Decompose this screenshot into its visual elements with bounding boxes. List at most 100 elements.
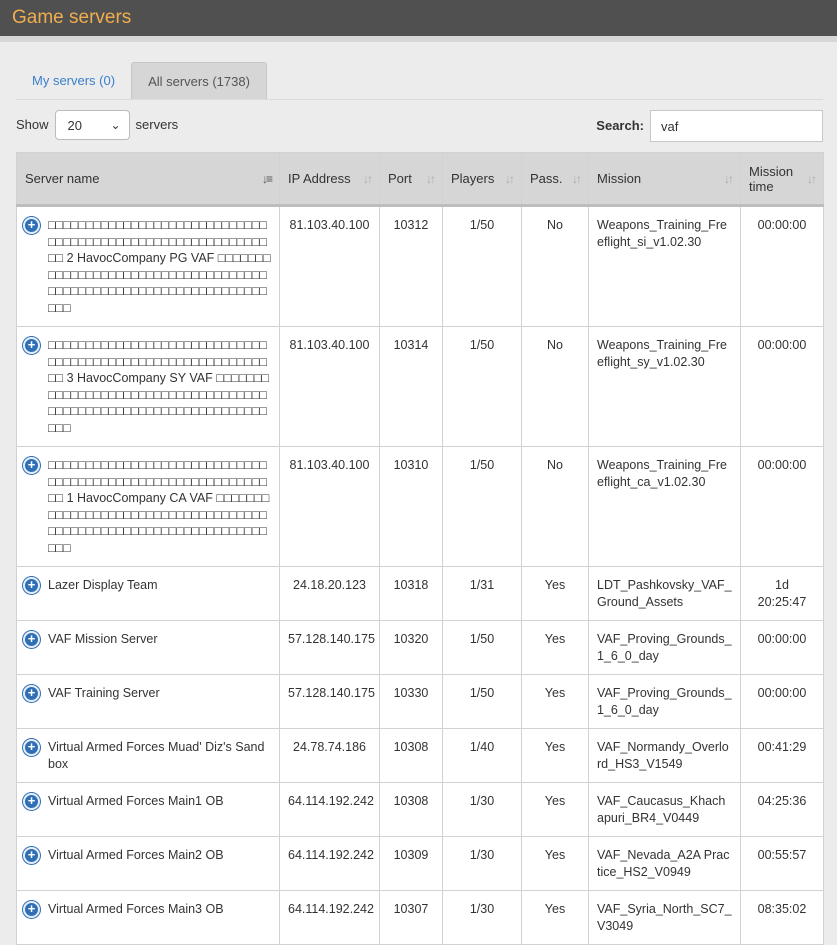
mission-cell: VAF_Proving_Grounds_1_6_0_day xyxy=(588,620,741,675)
search-control: Search: vaf xyxy=(596,110,823,142)
players-cell: 1/50 xyxy=(442,205,522,327)
players-cell: 1/50 xyxy=(442,326,522,447)
server-name-cell: + Virtual Armed Forces Muad' Diz's Sandbo… xyxy=(16,728,280,783)
col-label: IP Address xyxy=(288,171,351,186)
mission-time-cell: 08:35:02 xyxy=(740,890,824,945)
plus-circle-icon[interactable]: + xyxy=(23,793,40,810)
mission-time-cell: 00:00:00 xyxy=(740,326,824,447)
col-server-name[interactable]: Server name ↓≡ xyxy=(16,152,280,207)
ip-cell: 24.78.74.186 xyxy=(279,728,380,783)
ip-cell: 64.114.192.242 xyxy=(279,890,380,945)
tab-my-servers[interactable]: My servers (0) xyxy=(16,62,131,99)
col-players[interactable]: Players ↓↑ xyxy=(442,152,522,207)
server-name: Virtual Armed Forces Main3 OB xyxy=(48,902,224,916)
mission-time-cell: 00:00:00 xyxy=(740,205,824,327)
search-input[interactable]: vaf xyxy=(650,110,823,142)
table-row[interactable]: + Virtual Armed Forces Main2 OB 64.114.19… xyxy=(16,836,824,891)
mission-time-cell: 00:41:29 xyxy=(740,728,824,783)
port-cell: 10314 xyxy=(379,326,443,447)
col-pass[interactable]: Pass. ↓↑ xyxy=(521,152,589,207)
page-length-value: 20 xyxy=(67,117,82,133)
show-label: Show xyxy=(16,117,49,132)
tab-all-servers[interactable]: All servers (1738) xyxy=(131,62,267,99)
server-name: □□□□□□□□□□□□□□□□□□□□□□□□□□□□□□□□□□□□□□□□… xyxy=(48,218,271,315)
mission-cell: Weapons_Training_Freeflight_sy_v1.02.30 xyxy=(588,326,741,447)
players-cell: 1/40 xyxy=(442,728,522,783)
mission-cell: VAF_Nevada_A2A Practice_HS2_V0949 xyxy=(588,836,741,891)
sort-arrows-icon: ↓↑ xyxy=(363,171,373,186)
table-row[interactable]: + □□□□□□□□□□□□□□□□□□□□□□□□□□□□□□□□□□□□□□□… xyxy=(16,326,824,447)
server-name-cell: + Lazer Display Team xyxy=(16,566,280,621)
server-name: Virtual Armed Forces Main2 OB xyxy=(48,848,224,862)
players-cell: 1/50 xyxy=(442,620,522,675)
mission-cell: Weapons_Training_Freeflight_ca_v1.02.30 xyxy=(588,446,741,567)
port-cell: 10330 xyxy=(379,674,443,729)
plus-circle-icon[interactable]: + xyxy=(23,685,40,702)
server-name-cell: + Virtual Armed Forces Main2 OB xyxy=(16,836,280,891)
pass-cell: No xyxy=(521,205,589,327)
plus-circle-icon[interactable]: + xyxy=(23,337,40,354)
server-name-cell: + □□□□□□□□□□□□□□□□□□□□□□□□□□□□□□□□□□□□□□□… xyxy=(16,205,280,327)
page-length-select[interactable]: 20 ⌄ xyxy=(54,110,130,140)
server-name-cell: + VAF Mission Server xyxy=(16,620,280,675)
ip-cell: 57.128.140.175 xyxy=(279,620,380,675)
col-label: Port xyxy=(388,171,412,186)
table-row[interactable]: + Virtual Armed Forces Main1 OB 64.114.19… xyxy=(16,782,824,837)
server-name: Virtual Armed Forces Main1 OB xyxy=(48,794,224,808)
pass-cell: Yes xyxy=(521,620,589,675)
plus-circle-icon[interactable]: + xyxy=(23,217,40,234)
page-title: Game servers xyxy=(12,7,132,28)
players-cell: 1/31 xyxy=(442,566,522,621)
server-name-cell: + □□□□□□□□□□□□□□□□□□□□□□□□□□□□□□□□□□□□□□□… xyxy=(16,446,280,567)
sort-arrows-icon: ↓↑ xyxy=(426,171,436,186)
servers-table: Server name ↓≡ IP Address ↓↑ Port ↓↑ Player… xyxy=(16,152,824,945)
sort-arrows-icon: ↓↑ xyxy=(724,171,734,186)
port-cell: 10308 xyxy=(379,728,443,783)
plus-circle-icon[interactable]: + xyxy=(23,457,40,474)
players-cell: 1/50 xyxy=(442,446,522,567)
pass-cell: Yes xyxy=(521,728,589,783)
col-ip-address[interactable]: IP Address ↓↑ xyxy=(279,152,380,207)
players-cell: 1/50 xyxy=(442,674,522,729)
table-row[interactable]: + VAF Training Server 57.128.140.175 1033… xyxy=(16,674,824,729)
table-row[interactable]: + Virtual Armed Forces Main3 OB 64.114.19… xyxy=(16,890,824,945)
chevron-down-icon: ⌄ xyxy=(110,118,121,132)
pass-cell: Yes xyxy=(521,890,589,945)
main-content: My servers (0) All servers (1738) Show 2… xyxy=(0,62,837,945)
sort-arrows-icon: ↓↑ xyxy=(572,171,582,186)
plus-circle-icon[interactable]: + xyxy=(23,901,40,918)
header-divider xyxy=(0,36,837,42)
plus-circle-icon[interactable]: + xyxy=(23,577,40,594)
col-label: Server name xyxy=(25,171,100,186)
plus-circle-icon[interactable]: + xyxy=(23,847,40,864)
port-cell: 10308 xyxy=(379,782,443,837)
col-port[interactable]: Port ↓↑ xyxy=(379,152,443,207)
col-label: Mission xyxy=(597,171,642,186)
table-row[interactable]: + □□□□□□□□□□□□□□□□□□□□□□□□□□□□□□□□□□□□□□□… xyxy=(16,205,824,327)
col-mission-time[interactable]: Mission time ↓↑ xyxy=(740,152,824,207)
table-row[interactable]: + Virtual Armed Forces Muad' Diz's Sandbo… xyxy=(16,728,824,783)
ip-cell: 57.128.140.175 xyxy=(279,674,380,729)
plus-circle-icon[interactable]: + xyxy=(23,739,40,756)
mission-cell: VAF_Caucasus_Khachapuri_BR4_V0449 xyxy=(588,782,741,837)
servers-label: servers xyxy=(135,117,179,132)
table-body: + □□□□□□□□□□□□□□□□□□□□□□□□□□□□□□□□□□□□□□□… xyxy=(16,205,824,945)
port-cell: 10320 xyxy=(379,620,443,675)
table-row[interactable]: + Lazer Display Team 24.18.20.123 10318 1… xyxy=(16,566,824,621)
mission-time-cell: 1d 20:25:47 xyxy=(740,566,824,621)
mission-time-cell: 00:55:57 xyxy=(740,836,824,891)
app-header: Game servers xyxy=(0,0,837,36)
col-label: Pass. xyxy=(530,171,563,186)
col-mission[interactable]: Mission ↓↑ xyxy=(588,152,741,207)
mission-time-cell: 00:00:00 xyxy=(740,446,824,567)
players-cell: 1/30 xyxy=(442,782,522,837)
table-row[interactable]: + □□□□□□□□□□□□□□□□□□□□□□□□□□□□□□□□□□□□□□□… xyxy=(16,446,824,567)
server-name: VAF Training Server xyxy=(48,686,160,700)
port-cell: 10312 xyxy=(379,205,443,327)
mission-time-cell: 04:25:36 xyxy=(740,782,824,837)
server-name-cell: + Virtual Armed Forces Main3 OB xyxy=(16,890,280,945)
table-row[interactable]: + VAF Mission Server 57.128.140.175 10320… xyxy=(16,620,824,675)
plus-circle-icon[interactable]: + xyxy=(23,631,40,648)
table-controls: Show 20 ⌄ servers Search: vaf xyxy=(16,110,823,150)
ip-cell: 81.103.40.100 xyxy=(279,205,380,327)
